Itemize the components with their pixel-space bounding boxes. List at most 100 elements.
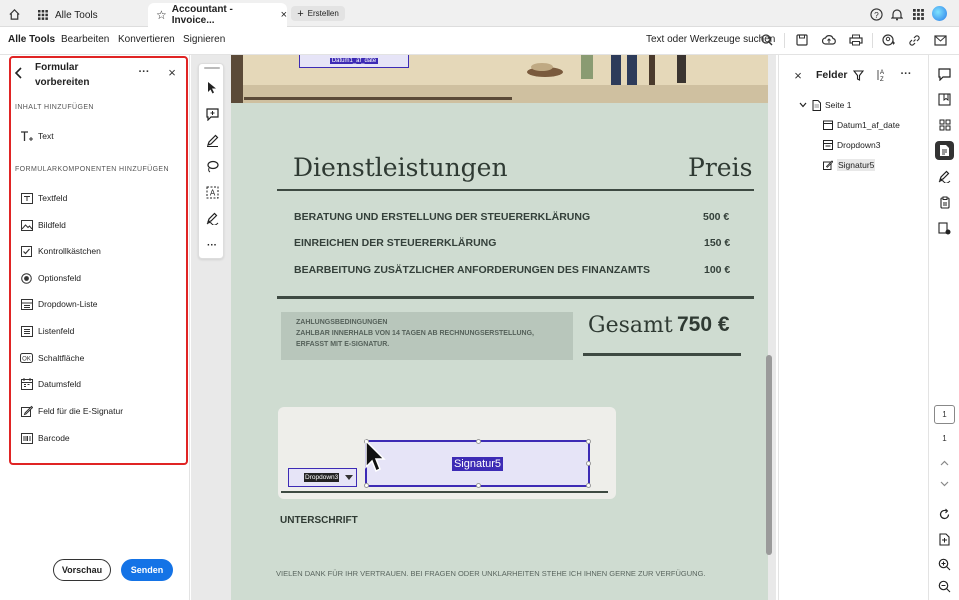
divider bbox=[784, 33, 785, 48]
tree-field-signature[interactable]: Signatur5 bbox=[823, 158, 876, 172]
text-box-icon[interactable]: A bbox=[199, 182, 225, 202]
sign-icon[interactable] bbox=[199, 208, 225, 228]
svg-text:OK: OK bbox=[22, 356, 31, 362]
apps-grid-icon[interactable] bbox=[911, 7, 925, 21]
fields-title: Felder bbox=[816, 69, 848, 81]
menu-all-tools[interactable]: Alle Tools bbox=[8, 34, 55, 45]
page-count: 1 bbox=[942, 434, 947, 443]
image-icon bbox=[20, 219, 33, 232]
close-fields-icon[interactable]: × bbox=[792, 68, 804, 83]
total-label: Gesamt bbox=[588, 313, 673, 338]
request-signature-icon[interactable] bbox=[935, 219, 954, 238]
form-item-dropdown[interactable]: Dropdown-Liste bbox=[20, 296, 98, 312]
thumbnails-icon[interactable] bbox=[935, 115, 954, 134]
mouse-cursor-icon bbox=[364, 439, 394, 479]
print-icon[interactable] bbox=[848, 33, 863, 47]
more-options-icon[interactable]: ··· bbox=[137, 65, 151, 79]
form-item-radio[interactable]: Optionsfeld bbox=[20, 270, 81, 286]
mail-icon[interactable] bbox=[933, 33, 948, 47]
form-item-checkbox[interactable]: Kontrollkästchen bbox=[20, 243, 101, 259]
sort-az-icon[interactable]: AZ bbox=[876, 68, 888, 82]
protect-icon[interactable] bbox=[935, 193, 954, 212]
signature-pen-icon bbox=[20, 405, 33, 418]
form-item-esignature[interactable]: Feld für die E-Signatur bbox=[20, 403, 123, 419]
tree-field-date[interactable]: Datum1_af_date bbox=[823, 119, 900, 131]
comment-icon[interactable] bbox=[935, 65, 954, 84]
form-item-button[interactable]: OK Schaltfläche bbox=[20, 350, 84, 366]
page-icon bbox=[812, 99, 821, 111]
menu-sign[interactable]: Signieren bbox=[183, 34, 225, 45]
save-icon[interactable] bbox=[795, 33, 809, 47]
form-item-imagefield[interactable]: Bildfeld bbox=[20, 217, 66, 233]
tab-active-label: Accountant - Invoice... bbox=[171, 4, 233, 26]
preview-button[interactable]: Vorschau bbox=[53, 559, 111, 581]
send-button[interactable]: Senden bbox=[121, 559, 173, 581]
menu-edit[interactable]: Bearbeiten bbox=[61, 34, 109, 45]
section-add-content: INHALT HINZUFÜGEN bbox=[15, 104, 94, 111]
avatar[interactable] bbox=[932, 6, 947, 21]
page-down-icon[interactable] bbox=[935, 474, 954, 493]
more-options-icon[interactable]: ··· bbox=[899, 68, 913, 80]
price-heading: Preis bbox=[688, 153, 753, 182]
star-icon[interactable]: ☆ bbox=[156, 8, 167, 22]
more-tools-icon[interactable]: ··· bbox=[199, 235, 225, 255]
zoom-in-icon[interactable] bbox=[935, 555, 954, 574]
link-icon[interactable] bbox=[907, 33, 922, 47]
home-icon[interactable] bbox=[6, 6, 22, 22]
chevron-down-icon[interactable] bbox=[799, 102, 807, 108]
form-item-barcode[interactable]: Barcode bbox=[20, 430, 70, 446]
tree-field-dropdown[interactable]: Dropdown3 bbox=[823, 139, 880, 151]
back-arrow-icon[interactable] bbox=[12, 66, 24, 80]
service-row-1-amount: 500 € bbox=[703, 211, 730, 223]
extract-page-icon[interactable] bbox=[935, 530, 954, 549]
tree-page-1[interactable]: Seite 1 bbox=[799, 99, 851, 111]
document-scrollbar[interactable] bbox=[766, 355, 772, 555]
select-cursor-icon[interactable] bbox=[199, 77, 225, 97]
document-viewport: Datum1_af_date Dienstleistungen Preis BE… bbox=[191, 55, 776, 600]
create-button[interactable]: + Erstellen bbox=[291, 6, 345, 21]
search-icon[interactable] bbox=[760, 33, 774, 47]
form-item-textfield[interactable]: Textfeld bbox=[20, 190, 67, 206]
share-user-icon[interactable] bbox=[881, 33, 896, 47]
add-text-item[interactable]: Text bbox=[20, 128, 54, 144]
rotate-icon[interactable] bbox=[935, 505, 954, 524]
filter-icon[interactable] bbox=[852, 69, 864, 81]
add-comment-icon[interactable] bbox=[199, 104, 225, 124]
svg-text:?: ? bbox=[874, 9, 879, 19]
bookmark-icon[interactable] bbox=[935, 90, 954, 109]
service-row-2-label: EINREICHEN DER STEUERERKLÄRUNG bbox=[294, 237, 497, 249]
close-panel-icon[interactable]: × bbox=[165, 65, 179, 80]
bell-icon[interactable] bbox=[890, 7, 904, 21]
total-value: 750 € bbox=[677, 313, 730, 336]
lasso-icon[interactable] bbox=[199, 156, 225, 176]
dropdown-list-icon bbox=[20, 298, 33, 311]
form-item-datefield[interactable]: Datumsfeld bbox=[20, 376, 81, 392]
dropdown-list-icon bbox=[823, 140, 833, 150]
page-number-input[interactable]: 1 bbox=[934, 405, 955, 424]
date-form-field[interactable]: Datum1_af_date bbox=[299, 55, 409, 68]
fields-panel: × Felder AZ ··· Seite 1 Datum1_af_date D… bbox=[778, 55, 928, 600]
service-row-3-label: BEARBEITUNG ZUSÄTZLICHER ANFORDERUNGEN D… bbox=[294, 264, 651, 276]
close-tab-icon[interactable]: × bbox=[281, 9, 287, 21]
cloud-upload-icon[interactable] bbox=[821, 33, 836, 47]
calendar-icon bbox=[20, 378, 33, 391]
form-fields-icon[interactable] bbox=[935, 141, 954, 160]
dropdown-form-field[interactable]: Dropdown3 bbox=[288, 468, 357, 487]
menu-convert[interactable]: Konvertieren bbox=[118, 34, 175, 45]
zoom-out-icon[interactable] bbox=[935, 577, 954, 596]
fill-sign-icon[interactable] bbox=[935, 167, 954, 186]
service-row-3-amount: 100 € bbox=[704, 264, 731, 276]
section-form-components: FORMULARKOMPONENTEN HINZUFÜGEN bbox=[15, 166, 169, 173]
right-tool-rail: 1 1 bbox=[928, 55, 959, 600]
search-tools-label[interactable]: Text oder Werkzeuge suchen bbox=[646, 34, 775, 45]
tab-active-document[interactable]: ☆ Accountant - Invoice... × bbox=[148, 3, 287, 27]
signature-line bbox=[281, 491, 608, 493]
tab-all-tools[interactable]: Alle Tools bbox=[34, 3, 144, 27]
form-item-listfield[interactable]: Listenfeld bbox=[20, 323, 74, 339]
divider bbox=[277, 189, 754, 191]
help-icon[interactable]: ? bbox=[869, 7, 883, 21]
signature-form-field[interactable]: Signatur5 bbox=[364, 439, 591, 488]
browser-tab-bar: Alle Tools ☆ Accountant - Invoice... × +… bbox=[0, 0, 959, 27]
page-up-icon[interactable] bbox=[935, 453, 954, 472]
pen-icon[interactable] bbox=[199, 130, 225, 150]
